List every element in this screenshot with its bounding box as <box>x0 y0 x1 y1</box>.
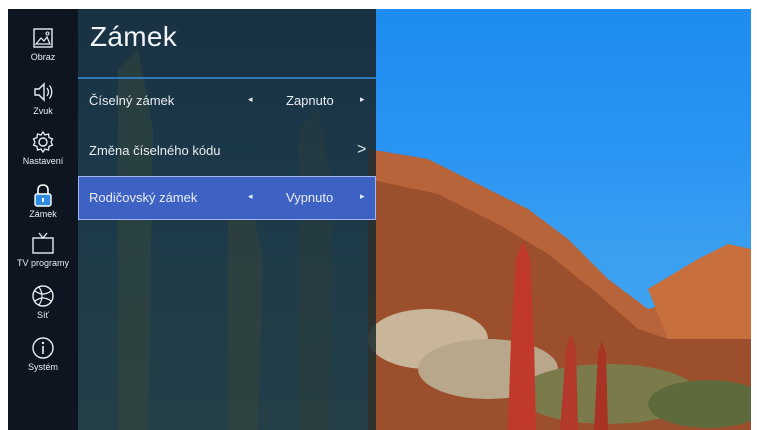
sidebar-item-system[interactable]: Systém <box>8 335 78 387</box>
sidebar-item-sit[interactable]: Síť <box>8 283 78 335</box>
row-value: Zapnuto <box>286 93 334 108</box>
picture-icon <box>33 28 53 48</box>
menu-row-numeric-lock[interactable]: Číselný zámek ◂ Zapnuto ▸ <box>78 79 376 123</box>
tv-screen: Obraz Zvuk Nastavení Zámek TV programy S… <box>8 9 751 430</box>
sidebar-item-label: Systém <box>27 362 58 372</box>
page-title: Zámek <box>90 21 178 52</box>
sidebar-item-label: Obraz <box>30 52 56 62</box>
sidebar-item-obraz[interactable]: Obraz <box>8 25 78 77</box>
tv-icon <box>32 232 54 254</box>
speaker-icon <box>34 82 53 102</box>
row-label: Rodičovský zámek <box>89 190 198 205</box>
left-arrow-icon[interactable]: ◂ <box>248 191 253 202</box>
right-arrow-icon[interactable]: ▸ <box>360 94 365 105</box>
row-label: Číselný zámek <box>89 93 175 108</box>
globe-icon <box>32 285 54 307</box>
gear-icon <box>32 130 54 154</box>
right-arrow-icon[interactable]: ▸ <box>360 191 365 202</box>
left-arrow-icon[interactable]: ◂ <box>248 94 253 105</box>
menu-row-change-code[interactable]: Změna číselného kódu > <box>78 129 376 173</box>
lock-icon <box>34 184 52 207</box>
menu-row-parental-lock[interactable]: Rodičovský zámek ◂ Vypnuto ▸ <box>78 176 376 220</box>
lock-settings-panel: Zámek Číselný zámek ◂ Zapnuto ▸ Změna čí… <box>78 9 376 430</box>
sidebar-rail: Obraz Zvuk Nastavení Zámek TV programy S… <box>8 9 78 430</box>
sidebar-item-nastaveni[interactable]: Nastavení <box>8 129 78 181</box>
sidebar-item-label: Zvuk <box>33 106 53 116</box>
info-icon <box>32 337 54 359</box>
row-value: Vypnuto <box>286 190 334 205</box>
sidebar-item-label: Nastavení <box>22 156 64 166</box>
sidebar-item-label: TV programy <box>16 258 69 268</box>
sidebar-item-label: Zámek <box>29 209 57 219</box>
sidebar-item-label: Síť <box>37 310 49 320</box>
chevron-right-icon: > <box>357 141 367 158</box>
sidebar-item-zvuk[interactable]: Zvuk <box>8 79 78 131</box>
row-label: Změna číselného kódu <box>89 143 221 158</box>
sidebar-item-zamek[interactable]: Zámek <box>8 182 78 234</box>
sidebar-item-tv-programy[interactable]: TV programy <box>8 231 78 283</box>
